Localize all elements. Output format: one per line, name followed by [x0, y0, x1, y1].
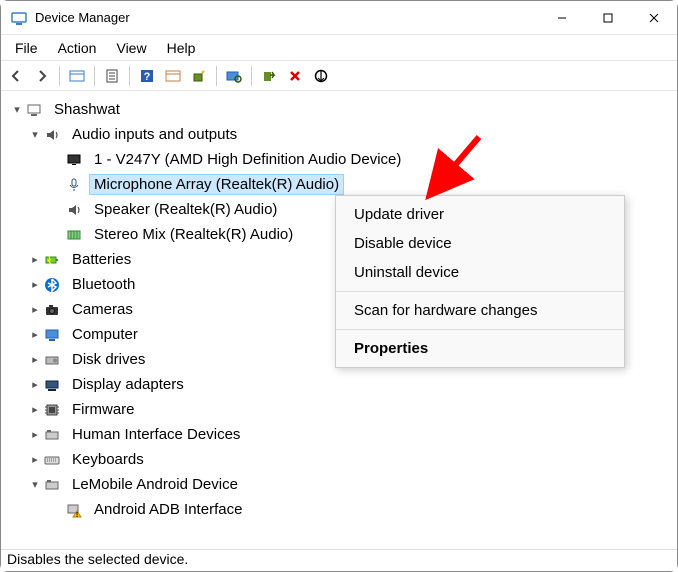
tree-device[interactable]: ▸ 1 - V247Y (AMD High Definition Audio D… — [5, 147, 669, 172]
tree-category-label: Computer — [67, 324, 143, 345]
tree-category-audio[interactable]: ▾ Audio inputs and outputs — [5, 122, 669, 147]
firmware-icon — [43, 401, 61, 419]
context-properties[interactable]: Properties — [336, 334, 624, 363]
tree-category-label: Cameras — [67, 299, 138, 320]
svg-text:?: ? — [144, 71, 151, 83]
computer-icon — [43, 326, 61, 344]
device-icon — [43, 476, 61, 494]
menu-file[interactable]: File — [5, 37, 48, 59]
hid-icon — [43, 426, 61, 444]
audio-icon — [43, 126, 61, 144]
app-icon — [11, 10, 27, 26]
caret-right-icon[interactable]: ▸ — [27, 302, 43, 318]
statusbar: Disables the selected device. — [1, 549, 677, 571]
bluetooth-icon — [43, 276, 61, 294]
tree-category-label: Firmware — [67, 399, 140, 420]
context-separator — [336, 329, 624, 330]
toolbar-separator — [251, 66, 252, 86]
context-scan-hardware[interactable]: Scan for hardware changes — [336, 296, 624, 325]
caret-down-icon[interactable]: ▾ — [9, 102, 25, 118]
tree-category-keyboards[interactable]: ▸ Keyboards — [5, 447, 669, 472]
tree-device-label: Android ADB Interface — [89, 499, 247, 520]
caret-right-icon[interactable]: ▸ — [27, 402, 43, 418]
maximize-button[interactable] — [585, 3, 631, 33]
scan-hardware-button[interactable] — [223, 65, 245, 87]
speaker-icon — [65, 201, 83, 219]
tree-category-hid[interactable]: ▸ Human Interface Devices — [5, 422, 669, 447]
microphone-icon — [65, 176, 83, 194]
tree-category-display-adapters[interactable]: ▸ Display adapters — [5, 372, 669, 397]
tree-root[interactable]: ▾ Shashwat — [5, 97, 669, 122]
context-disable-device[interactable]: Disable device — [336, 229, 624, 258]
camera-icon — [43, 301, 61, 319]
keyboard-icon — [43, 451, 61, 469]
tree-category-label: LeMobile Android Device — [67, 474, 243, 495]
tree-device-label: Microphone Array (Realtek(R) Audio) — [89, 174, 344, 195]
tree-category-label: Batteries — [67, 249, 136, 270]
toolbar-separator — [129, 66, 130, 86]
statusbar-text: Disables the selected device. — [7, 551, 188, 567]
toolbar-separator — [94, 66, 95, 86]
display-adapter-icon — [43, 376, 61, 394]
toolbar-separator — [216, 66, 217, 86]
toolbar: ? — [1, 61, 677, 91]
caret-right-icon[interactable]: ▸ — [27, 327, 43, 343]
tree-category-label: Display adapters — [67, 374, 189, 395]
menu-view[interactable]: View — [106, 37, 156, 59]
disable-device-button[interactable] — [310, 65, 332, 87]
back-button[interactable] — [5, 65, 27, 87]
tree-device-label: 1 - V247Y (AMD High Definition Audio Dev… — [89, 149, 406, 170]
tree-category-label: Human Interface Devices — [67, 424, 245, 445]
caret-right-icon[interactable]: ▸ — [27, 377, 43, 393]
minimize-button[interactable] — [539, 3, 585, 33]
context-separator — [336, 291, 624, 292]
tree-device-adb[interactable]: ▸ ! Android ADB Interface — [5, 497, 669, 522]
context-update-driver[interactable]: Update driver — [336, 200, 624, 229]
tree-overflow-spacer — [5, 522, 669, 549]
forward-button[interactable] — [31, 65, 53, 87]
caret-down-icon[interactable]: ▾ — [27, 477, 43, 493]
menu-help[interactable]: Help — [157, 37, 206, 59]
help-button[interactable]: ? — [136, 65, 158, 87]
monitor-icon — [65, 151, 83, 169]
battery-icon — [43, 251, 61, 269]
show-hidden-button[interactable] — [66, 65, 88, 87]
computer-icon — [25, 101, 43, 119]
toolbar-separator — [59, 66, 60, 86]
tree-category-label: Bluetooth — [67, 274, 140, 295]
update-driver-button[interactable] — [188, 65, 210, 87]
caret-down-icon[interactable]: ▾ — [27, 127, 43, 143]
tree-category-label: Audio inputs and outputs — [67, 124, 242, 145]
caret-right-icon[interactable]: ▸ — [27, 277, 43, 293]
caret-right-icon[interactable]: ▸ — [27, 252, 43, 268]
caret-right-icon[interactable]: ▸ — [27, 427, 43, 443]
enable-device-button[interactable] — [258, 65, 280, 87]
tree-category-lemobile[interactable]: ▾ LeMobile Android Device — [5, 472, 669, 497]
tree-device-label: Stereo Mix (Realtek(R) Audio) — [89, 224, 298, 245]
mixer-icon — [65, 226, 83, 244]
tree-category-firmware[interactable]: ▸ Firmware — [5, 397, 669, 422]
context-menu: Update driver Disable device Uninstall d… — [335, 195, 625, 368]
caret-right-icon[interactable]: ▸ — [27, 452, 43, 468]
action-button[interactable] — [162, 65, 184, 87]
menu-action[interactable]: Action — [48, 37, 107, 59]
tree-category-label: Disk drives — [67, 349, 150, 370]
properties-button[interactable] — [101, 65, 123, 87]
context-uninstall-device[interactable]: Uninstall device — [336, 258, 624, 287]
window-title: Device Manager — [35, 10, 539, 25]
uninstall-device-button[interactable] — [284, 65, 306, 87]
tree-root-label: Shashwat — [49, 99, 125, 120]
tree-device-label: Speaker (Realtek(R) Audio) — [89, 199, 282, 220]
close-button[interactable] — [631, 3, 677, 33]
menubar: File Action View Help — [1, 35, 677, 61]
titlebar: Device Manager — [1, 1, 677, 35]
caret-right-icon[interactable]: ▸ — [27, 352, 43, 368]
disk-icon — [43, 351, 61, 369]
svg-text:!: ! — [76, 512, 78, 518]
tree-device-selected[interactable]: ▸ Microphone Array (Realtek(R) Audio) — [5, 172, 669, 197]
tree-category-label: Keyboards — [67, 449, 149, 470]
device-warning-icon: ! — [65, 501, 83, 519]
